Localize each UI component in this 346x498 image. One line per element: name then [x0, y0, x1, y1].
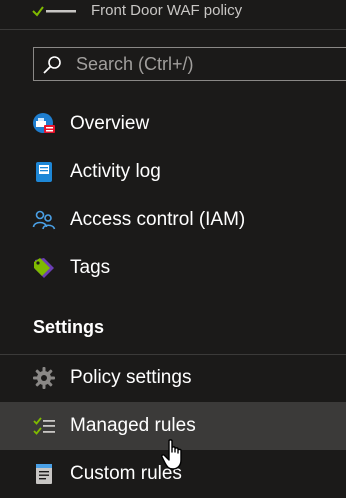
sidebar-item-label: Overview	[70, 113, 150, 134]
sidebar-item-tags[interactable]: Tags	[0, 244, 346, 292]
hand-cursor-icon	[161, 439, 182, 470]
people-icon	[32, 210, 56, 230]
sidebar-item-label: Policy settings	[70, 367, 192, 388]
sidebar-item-label: Tags	[70, 257, 111, 278]
waf-policy-icon	[32, 6, 76, 17]
resource-subtitle: Front Door WAF policy	[91, 2, 243, 19]
custom-rules-icon	[36, 464, 52, 484]
managed-rules-icon	[33, 417, 55, 435]
resource-header: Front Door WAF policy	[0, 0, 346, 30]
search-icon	[43, 56, 61, 74]
sidebar-item-overview[interactable]: Overview	[0, 100, 346, 148]
tag-icon	[34, 258, 54, 278]
sidebar-item-label: Managed rules	[70, 415, 196, 436]
overview-icon	[33, 113, 55, 133]
sidebar-item-label: Access control (IAM)	[70, 209, 246, 230]
sidebar-item-activity-log[interactable]: Activity log	[0, 148, 346, 196]
sidebar-item-label: Activity log	[70, 161, 161, 182]
section-heading-settings: Settings	[33, 317, 105, 337]
gear-icon	[33, 367, 55, 389]
search-input[interactable]	[76, 52, 346, 76]
activity-log-icon	[36, 162, 52, 182]
sidebar-item-policy-settings[interactable]: Policy settings	[0, 354, 346, 402]
sidebar-item-access-control[interactable]: Access control (IAM)	[0, 196, 346, 244]
search-box[interactable]	[33, 47, 346, 81]
